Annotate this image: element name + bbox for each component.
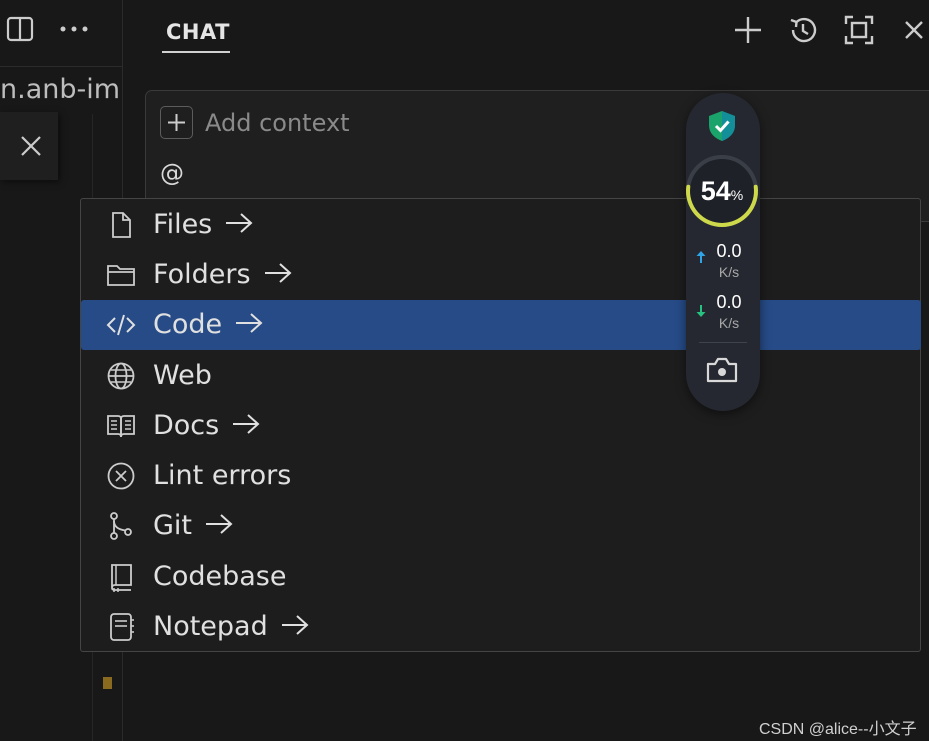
download-speed-unit: K/s xyxy=(718,315,740,331)
history-icon[interactable] xyxy=(787,14,819,46)
arrow-right-icon xyxy=(281,615,309,635)
chat-input-text[interactable]: @ xyxy=(160,159,184,187)
menu-item-code[interactable]: Code xyxy=(81,300,921,350)
folder-icon xyxy=(107,265,135,286)
usage-percent-unit: % xyxy=(730,187,744,203)
menu-item-files[interactable]: Files xyxy=(81,200,921,250)
menu-item-label: Folders xyxy=(153,259,251,290)
menu-item-label: Code xyxy=(153,309,223,340)
menu-item-git[interactable]: Git xyxy=(81,501,921,551)
menu-item-label: Lint errors xyxy=(153,460,292,491)
usage-percent-value: 54 xyxy=(700,176,731,206)
error-circle-icon xyxy=(107,462,135,490)
download-speed-value: 0.0 xyxy=(716,292,742,312)
menu-item-label: Docs xyxy=(153,410,220,441)
camera-icon[interactable] xyxy=(705,355,739,385)
menu-item-label: Notepad xyxy=(153,611,268,642)
arrow-right-icon xyxy=(233,414,260,434)
gutter-marker xyxy=(103,677,112,689)
file-icon xyxy=(112,212,131,238)
arrow-right-icon xyxy=(206,514,233,534)
codebase-icon xyxy=(111,564,132,592)
plus-icon[interactable] xyxy=(732,14,764,46)
code-icon xyxy=(106,314,136,336)
split-editor-icon[interactable] xyxy=(6,15,34,43)
close-icon[interactable] xyxy=(898,14,929,46)
add-context-label[interactable]: Add context xyxy=(205,109,350,137)
notepad-icon xyxy=(110,613,134,641)
menu-item-label: Web xyxy=(153,360,212,391)
globe-icon xyxy=(107,362,135,390)
book-icon xyxy=(107,415,135,438)
widget-divider xyxy=(699,342,747,343)
download-arrow-icon xyxy=(696,305,706,317)
menu-item-label: Files xyxy=(153,209,213,240)
watermark-text: CSDN @alice--小文子 xyxy=(759,721,917,738)
active-tab-underline xyxy=(162,51,230,53)
left-toolbar xyxy=(0,0,122,67)
editor-tab-filename[interactable]: n.anb-imp xyxy=(0,74,122,105)
upload-speed-value: 0.0 xyxy=(716,241,742,261)
arrow-right-icon xyxy=(226,213,253,233)
usage-percent: 54% xyxy=(686,176,758,207)
close-icon[interactable] xyxy=(18,133,44,159)
arrow-right-icon xyxy=(236,313,263,333)
menu-item-label: Codebase xyxy=(153,561,287,592)
add-context-button[interactable] xyxy=(160,106,193,139)
menu-item-lint-errors[interactable]: Lint errors xyxy=(81,451,921,501)
plus-icon xyxy=(168,114,185,131)
shield-check-icon[interactable] xyxy=(706,109,738,143)
menu-item-codebase[interactable]: Codebase xyxy=(81,552,921,602)
more-actions-icon[interactable] xyxy=(58,22,90,36)
git-branch-icon xyxy=(110,512,132,540)
menu-item-folders[interactable]: Folders xyxy=(81,250,921,300)
upload-arrow-icon xyxy=(696,251,706,263)
menu-item-docs[interactable]: Docs xyxy=(81,401,921,451)
maximize-icon[interactable] xyxy=(843,14,875,46)
menu-item-label: Git xyxy=(153,510,193,541)
arrow-right-icon xyxy=(264,263,292,283)
upload-speed-unit: K/s xyxy=(718,264,740,280)
menu-item-notepad[interactable]: Notepad xyxy=(81,602,921,652)
tab-chat[interactable]: CHAT xyxy=(166,20,230,44)
menu-item-web[interactable]: Web xyxy=(81,351,921,401)
